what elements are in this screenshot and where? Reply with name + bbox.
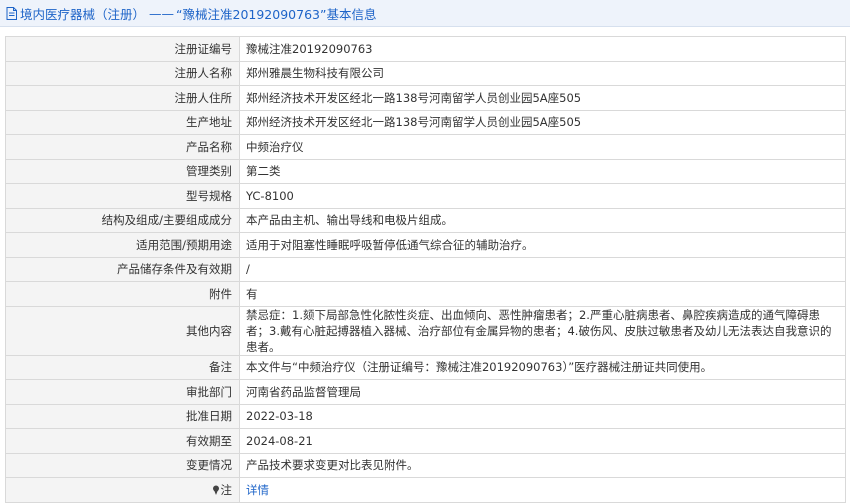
document-icon xyxy=(6,6,17,20)
row-value: 产品技术要求变更对比表见附件。 xyxy=(239,452,846,478)
row-label: 变更情况 xyxy=(5,452,240,478)
header-category: 境内医疗器械（注册） xyxy=(20,6,146,22)
table-row: 结构及组成/主要组成成分 本产品由主机、输出导线和电极片组成。 xyxy=(5,207,846,233)
row-value: 郑州经济技术开发区经北一路138号河南留学人员创业园5A座505 xyxy=(239,109,846,135)
row-label: 产品名称 xyxy=(5,134,240,160)
row-value: 河南省药品监督管理局 xyxy=(239,379,846,405)
table-row: 批准日期 2022-03-18 xyxy=(5,403,846,429)
row-label: 其他内容 xyxy=(5,305,240,356)
row-label: 有效期至 xyxy=(5,428,240,454)
row-label: 结构及组成/主要组成成分 xyxy=(5,207,240,233)
row-value: 豫械注准20192090763 xyxy=(239,36,846,62)
table-row: 适用范围/预期用途 适用于对阻塞性睡眠呼吸暂停低通气综合征的辅助治疗。 xyxy=(5,232,846,258)
table-row: 注册证编号 豫械注准20192090763 xyxy=(5,36,846,62)
row-value: / xyxy=(239,256,846,282)
row-value: YC-8100 xyxy=(239,183,846,209)
table-row: 有效期至 2024-08-21 xyxy=(5,428,846,454)
note-label: 注 xyxy=(220,482,233,497)
row-value: 适用于对阻塞性睡眠呼吸暂停低通气综合征的辅助治疗。 xyxy=(239,232,846,258)
detail-table: 注册证编号 豫械注准20192090763 注册人名称 郑州雅晨生物科技有限公司… xyxy=(5,36,846,503)
row-label: 备注 xyxy=(5,354,240,380)
table-row: 附件 有 xyxy=(5,281,846,307)
row-value: 第二类 xyxy=(239,158,846,184)
row-value: 2022-03-18 xyxy=(239,403,846,429)
row-label: 批准日期 xyxy=(5,403,240,429)
table-row: 备注 本文件与“中频治疗仪（注册证编号：豫械注准20192090763）”医疗器… xyxy=(5,354,846,380)
row-value: 禁忌症：1.颏下局部急性化脓性炎症、出血倾向、恶性肿瘤患者；2.严重心脏病患者、… xyxy=(239,305,846,356)
note-label-cell: 注 xyxy=(5,477,240,503)
pin-icon xyxy=(212,485,219,495)
table-row: 变更情况 产品技术要求变更对比表见附件。 xyxy=(5,452,846,478)
table-row: 产品名称 中频治疗仪 xyxy=(5,134,846,160)
header-separator: —— xyxy=(149,5,175,21)
table-row: 注册人住所 郑州经济技术开发区经北一路138号河南留学人员创业园5A座505 xyxy=(5,85,846,111)
row-value: 本文件与“中频治疗仪（注册证编号：豫械注准20192090763）”医疗器械注册… xyxy=(239,354,846,380)
detail-table-container: 注册证编号 豫械注准20192090763 注册人名称 郑州雅晨生物科技有限公司… xyxy=(5,36,846,503)
header-suffix: 基本信息 xyxy=(326,6,377,22)
row-value: 郑州经济技术开发区经北一路138号河南留学人员创业园5A座505 xyxy=(239,85,846,111)
row-label: 型号规格 xyxy=(5,183,240,209)
table-row: 审批部门 河南省药品监督管理局 xyxy=(5,379,846,405)
row-label: 审批部门 xyxy=(5,379,240,405)
table-row: 生产地址 郑州经济技术开发区经北一路138号河南留学人员创业园5A座505 xyxy=(5,109,846,135)
row-value: 本产品由主机、输出导线和电极片组成。 xyxy=(239,207,846,233)
table-row: 产品储存条件及有效期 / xyxy=(5,256,846,282)
row-label: 注册人名称 xyxy=(5,60,240,86)
row-label: 适用范围/预期用途 xyxy=(5,232,240,258)
row-label: 生产地址 xyxy=(5,109,240,135)
table-row: 管理类别 第二类 xyxy=(5,158,846,184)
row-label: 产品储存条件及有效期 xyxy=(5,256,240,282)
row-value: 有 xyxy=(239,281,846,307)
note-value-cell: 详情 xyxy=(239,477,846,503)
row-label: 注册证编号 xyxy=(5,36,240,62)
row-value: 郑州雅晨生物科技有限公司 xyxy=(239,60,846,86)
note-row: 注 详情 xyxy=(5,477,846,503)
row-label: 管理类别 xyxy=(5,158,240,184)
table-row: 型号规格 YC-8100 xyxy=(5,183,846,209)
row-value: 中频治疗仪 xyxy=(239,134,846,160)
table-row: 注册人名称 郑州雅晨生物科技有限公司 xyxy=(5,60,846,86)
details-link[interactable]: 详情 xyxy=(246,483,269,497)
page-header: 境内医疗器械（注册） —— “豫械注准20192090763” 基本信息 xyxy=(0,0,850,27)
row-label: 附件 xyxy=(5,281,240,307)
header-registration-number: “豫械注准20192090763” xyxy=(176,6,327,22)
row-value: 2024-08-21 xyxy=(239,428,846,454)
table-row: 其他内容 禁忌症：1.颏下局部急性化脓性炎症、出血倾向、恶性肿瘤患者；2.严重心… xyxy=(5,305,846,356)
row-label: 注册人住所 xyxy=(5,85,240,111)
